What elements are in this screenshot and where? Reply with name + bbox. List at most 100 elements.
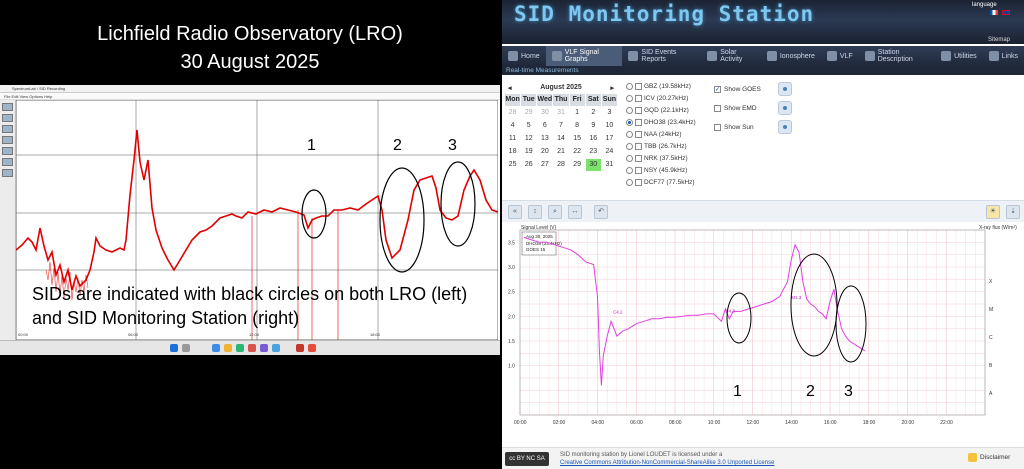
calendar-day[interactable]: 11 xyxy=(505,133,520,145)
station-checkbox[interactable] xyxy=(635,166,642,174)
station-row[interactable]: NRK (37.5kHz) xyxy=(626,152,716,164)
calendar-day[interactable]: 16 xyxy=(586,133,601,145)
toolbar-button-icon[interactable] xyxy=(2,169,13,177)
station-checkbox[interactable] xyxy=(635,118,642,126)
calendar-day[interactable]: 28 xyxy=(505,107,520,119)
taskbar-app-icon[interactable] xyxy=(224,344,232,352)
calendar-day[interactable]: 7 xyxy=(553,120,568,132)
station-row[interactable]: TBB (26.7kHz) xyxy=(626,140,716,152)
nav-station-description[interactable]: Station Description xyxy=(859,46,935,66)
site-title[interactable]: SID Monitoring Station xyxy=(514,2,814,26)
station-checkbox[interactable] xyxy=(635,130,642,138)
calendar-day[interactable]: 2 xyxy=(586,107,601,119)
calendar-day[interactable]: 20 xyxy=(537,146,552,158)
calendar-day[interactable]: 29 xyxy=(521,107,536,119)
license-link[interactable]: Creative Commons Attribution-NonCommerci… xyxy=(560,459,860,467)
calendar-next-icon[interactable]: ▸ xyxy=(610,84,614,92)
nav-utilities[interactable]: Utilities xyxy=(935,46,983,66)
calendar-prev-icon[interactable]: ◂ xyxy=(508,84,512,92)
station-row[interactable]: GBZ (19.58kHz) xyxy=(626,80,716,92)
calendar-day[interactable]: 12 xyxy=(521,133,536,145)
calendar-day[interactable]: 31 xyxy=(553,107,568,119)
station-radio[interactable] xyxy=(626,154,633,162)
show-goes-checkbox[interactable]: ✓ xyxy=(714,86,721,93)
station-radio[interactable] xyxy=(626,130,633,138)
toolbar-button-icon[interactable] xyxy=(2,136,13,144)
calendar-day[interactable]: 27 xyxy=(537,159,552,171)
emd-settings-button[interactable] xyxy=(778,101,792,115)
calendar-day[interactable]: 25 xyxy=(505,159,520,171)
zoom-out-icon[interactable]: « xyxy=(508,205,522,219)
station-checkbox[interactable] xyxy=(635,106,642,114)
station-checkbox[interactable] xyxy=(635,178,642,186)
calendar-day[interactable]: 30 xyxy=(537,107,552,119)
undo-icon[interactable]: ↶ xyxy=(594,205,608,219)
calendar-day[interactable]: 15 xyxy=(570,133,585,145)
station-radio[interactable] xyxy=(626,178,633,186)
cc-license-badge[interactable]: cc BY NC SA xyxy=(505,452,549,466)
calendar-day[interactable]: 1 xyxy=(570,107,585,119)
station-checkbox[interactable] xyxy=(635,154,642,162)
calendar-day[interactable]: 24 xyxy=(602,146,617,158)
nav-home[interactable]: Home xyxy=(502,46,546,66)
station-radio[interactable] xyxy=(626,106,633,114)
calendar-day[interactable]: 19 xyxy=(521,146,536,158)
subnav-realtime[interactable]: Real-time Measurements xyxy=(506,67,579,74)
option-show-sun[interactable]: Show Sun xyxy=(714,118,804,137)
calendar-day[interactable]: 3 xyxy=(602,107,617,119)
sitemap-link[interactable]: Sitemap xyxy=(988,37,1010,43)
calendar-day[interactable]: 8 xyxy=(570,120,585,132)
nav-vlf[interactable]: VLF xyxy=(821,46,859,66)
download-icon[interactable]: ⇣ xyxy=(1006,205,1020,219)
sun-settings-button[interactable] xyxy=(778,120,792,134)
station-radio[interactable] xyxy=(626,94,633,102)
nav-solar-activity[interactable]: Solar Activity xyxy=(701,46,761,66)
goes-settings-button[interactable] xyxy=(778,82,792,96)
nav-sid-events-reports[interactable]: SID Events Reports xyxy=(622,46,701,66)
calendar-day[interactable]: 18 xyxy=(505,146,520,158)
search-icon[interactable] xyxy=(182,344,190,352)
disclaimer-link[interactable]: Disclaimer xyxy=(980,454,1010,461)
toolbar-button-icon[interactable] xyxy=(2,114,13,122)
calendar-day[interactable]: 5 xyxy=(521,120,536,132)
taskbar-app-icon[interactable] xyxy=(272,344,280,352)
toolbar-button-icon[interactable] xyxy=(2,125,13,133)
taskbar-app-icon[interactable] xyxy=(236,344,244,352)
show-sun-checkbox[interactable] xyxy=(714,124,721,131)
zoom-in-icon[interactable]: ⌕ xyxy=(548,205,562,219)
taskbar-app-icon[interactable] xyxy=(260,344,268,352)
lro-window-titlebar[interactable]: SpectrumLab / SID Recording xyxy=(0,85,500,93)
reset-zoom-icon[interactable]: ↔ xyxy=(568,205,582,219)
toolbar-button-icon[interactable] xyxy=(2,147,13,155)
station-radio[interactable] xyxy=(626,82,633,90)
start-icon[interactable] xyxy=(170,344,178,352)
station-row[interactable]: DHO38 (23.4kHz) xyxy=(626,116,716,128)
station-checkbox[interactable] xyxy=(635,142,642,150)
taskbar-app-icon[interactable] xyxy=(308,344,316,352)
station-row[interactable]: GQD (22.1kHz) xyxy=(626,104,716,116)
toolbar-button-icon[interactable] xyxy=(2,103,13,111)
option-show-goes[interactable]: ✓ Show GOES xyxy=(714,80,804,99)
calendar-day[interactable]: 17 xyxy=(602,133,617,145)
show-emd-checkbox[interactable] xyxy=(714,105,721,112)
calendar-day[interactable]: 4 xyxy=(505,120,520,132)
calendar-day[interactable]: 28 xyxy=(553,159,568,171)
calendar-day[interactable]: 10 xyxy=(602,120,617,132)
station-radio[interactable] xyxy=(626,142,633,150)
taskbar-app-icon[interactable] xyxy=(296,344,304,352)
station-row[interactable]: NSY (45.9kHz) xyxy=(626,164,716,176)
station-radio[interactable] xyxy=(626,166,633,174)
nav-links[interactable]: Links xyxy=(983,46,1024,66)
lro-menubar[interactable]: File Edit View Options Help xyxy=(0,93,500,100)
station-checkbox[interactable] xyxy=(635,82,642,90)
calendar-day[interactable]: 6 xyxy=(537,120,552,132)
nav-vlf-signal-graphs[interactable]: VLF Signal Graphs xyxy=(545,46,623,66)
calendar-day[interactable]: 31 xyxy=(602,159,617,171)
pan-icon[interactable]: ↕ xyxy=(528,205,542,219)
flag-uk-icon[interactable] xyxy=(1002,10,1010,15)
station-row[interactable]: DCF77 (77.5kHz) xyxy=(626,176,716,188)
flag-fr-icon[interactable] xyxy=(990,10,998,15)
calendar-day[interactable]: 22 xyxy=(570,146,585,158)
calendar-day[interactable]: 9 xyxy=(586,120,601,132)
calendar-day[interactable]: 26 xyxy=(521,159,536,171)
